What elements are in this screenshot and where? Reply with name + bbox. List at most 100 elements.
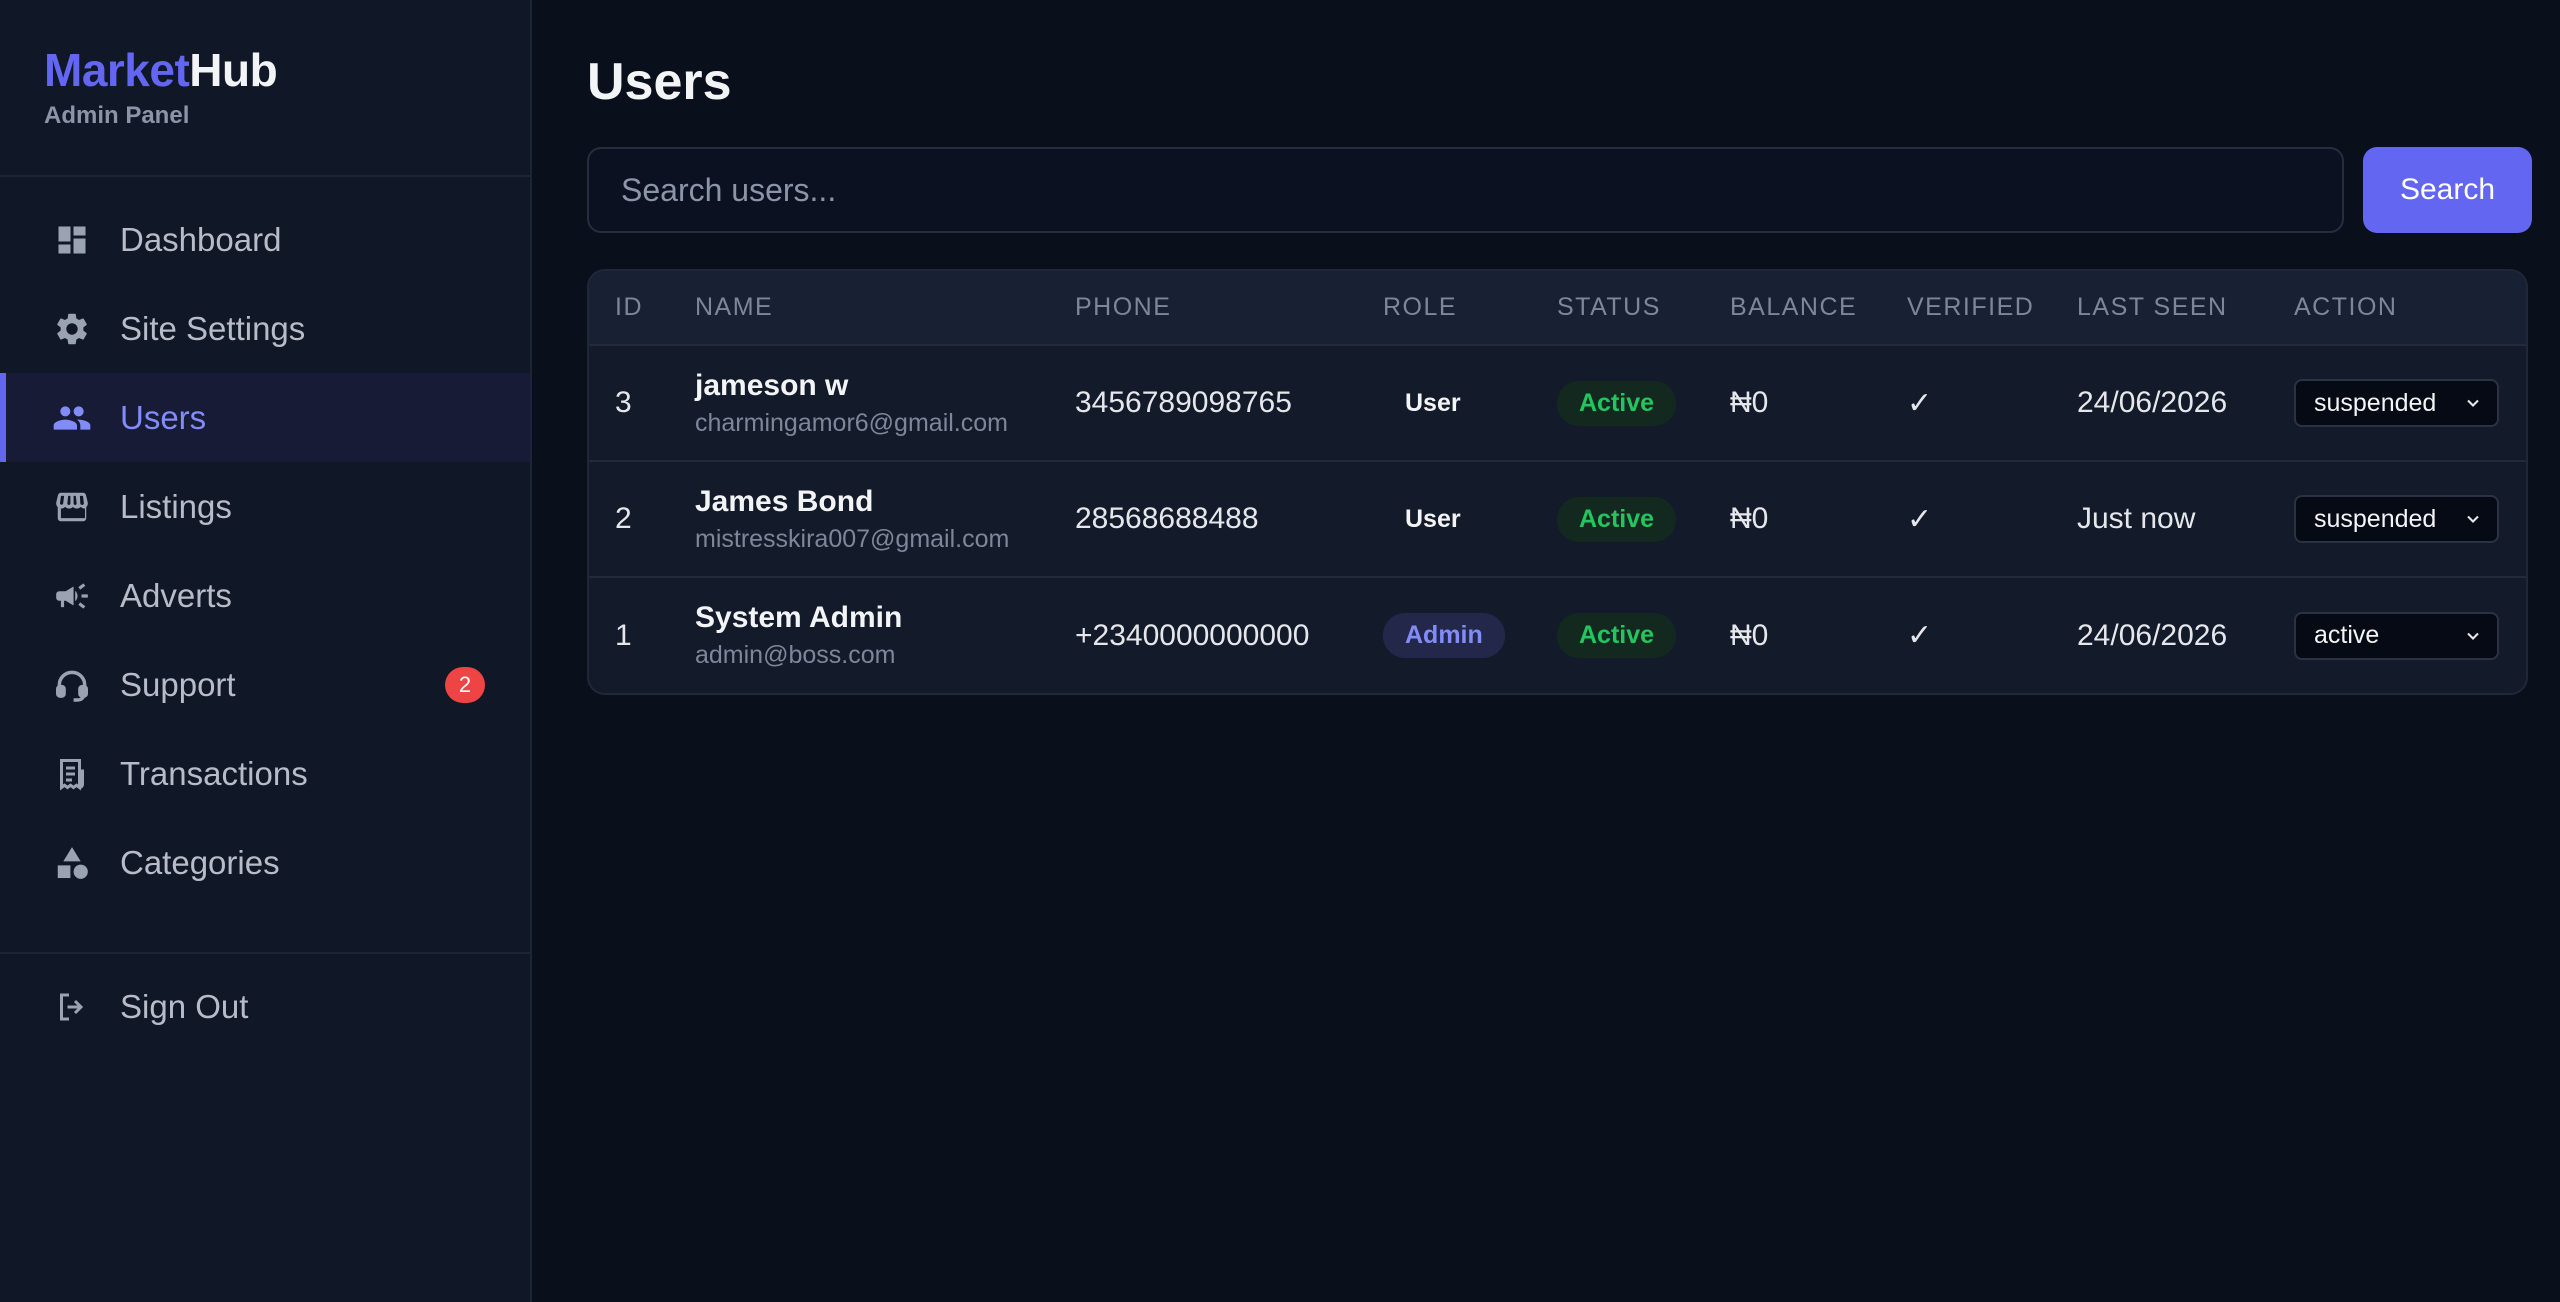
status-select-value: suspended: [2314, 388, 2437, 417]
brand-name-part2: Hub: [189, 44, 278, 96]
brand: MarketHub Admin Panel: [0, 0, 530, 177]
shapes-icon: [52, 843, 92, 883]
user-name: jameson w: [695, 368, 849, 402]
cell-action: active: [2294, 577, 2526, 693]
sidebar-item-label: Dashboard: [120, 220, 282, 258]
receipt-icon: [52, 754, 92, 794]
cell-balance: ₦0: [1730, 461, 1907, 578]
cell-last-seen: 24/06/2026: [2077, 618, 2228, 652]
cell-balance: ₦0: [1730, 345, 1907, 462]
search-bar: Search: [587, 147, 2532, 233]
cell-user: James Bond mistresskira007@gmail.com: [695, 461, 1075, 578]
user-name: System Admin: [695, 601, 903, 634]
status-select[interactable]: suspended: [2294, 495, 2499, 543]
cell-status: Active: [1557, 461, 1730, 578]
sign-out-icon: [52, 987, 92, 1027]
cell-phone: 28568688488: [1075, 461, 1383, 578]
status-badge: Active: [1557, 380, 1677, 426]
sign-out-label: Sign Out: [120, 987, 249, 1025]
brand-logo[interactable]: MarketHub: [44, 44, 486, 96]
app-root: MarketHub Admin Panel Dashboard Site Set…: [0, 0, 2560, 1302]
sidebar-item-site-settings[interactable]: Site Settings: [0, 284, 530, 373]
status-badge: Active: [1557, 496, 1677, 542]
main-content: Users Search ID NAME PHONE ROLE STATUS B…: [532, 0, 2560, 1302]
column-header-verified: VERIFIED: [1907, 271, 2077, 346]
brand-name-part1: Market: [44, 44, 190, 96]
status-badge: Active: [1557, 613, 1677, 658]
cell-verified: ✓: [1907, 345, 2077, 462]
cell-verified: ✓: [1907, 461, 2077, 578]
search-button[interactable]: Search: [2363, 147, 2532, 233]
column-header-action: ACTION: [2294, 271, 2526, 346]
cell-role: User: [1383, 461, 1557, 578]
cell-last-seen: Just now: [2077, 461, 2294, 578]
role-badge: Admin: [1383, 613, 1505, 658]
user-name: James Bond: [695, 484, 874, 518]
cell-id: 1: [615, 618, 632, 652]
sidebar-item-users[interactable]: Users: [0, 373, 530, 462]
table-header-row: ID NAME PHONE ROLE STATUS BALANCE VERIFI…: [589, 271, 2526, 346]
sidebar-item-listings[interactable]: Listings: [0, 462, 530, 551]
store-icon: [52, 487, 92, 527]
cell-user: System Admin admin@boss.com: [695, 577, 1075, 693]
cell-verified: ✓: [1907, 619, 1933, 652]
sidebar-item-label: Support: [120, 665, 236, 703]
sidebar-item-categories[interactable]: Categories: [0, 818, 530, 907]
column-header-balance: BALANCE: [1730, 271, 1907, 346]
status-select-value: active: [2314, 621, 2380, 649]
cell-id: 2: [589, 461, 695, 578]
user-email: mistresskira007@gmail.com: [695, 524, 1010, 553]
role-badge: User: [1405, 388, 1461, 417]
users-table: ID NAME PHONE ROLE STATUS BALANCE VERIFI…: [587, 269, 2528, 695]
sidebar-item-adverts[interactable]: Adverts: [0, 551, 530, 640]
table-row: 2 James Bond mistresskira007@gmail.com 2…: [589, 461, 2526, 578]
cell-phone: +2340000000000: [1075, 618, 1310, 652]
table-row: 3 jameson w charmingamor6@gmail.com 3456…: [589, 345, 2526, 462]
cell-balance: ₦0: [1730, 618, 1769, 652]
column-header-status: STATUS: [1557, 271, 1730, 346]
brand-subtitle: Admin Panel: [44, 102, 190, 129]
cell-user: jameson w charmingamor6@gmail.com: [695, 345, 1075, 462]
role-badge: User: [1405, 504, 1461, 533]
cell-last-seen: 24/06/2026: [2077, 345, 2294, 462]
cell-status: Active: [1557, 345, 1730, 462]
chevron-down-icon: [2467, 399, 2479, 407]
page-title: Users: [587, 53, 732, 111]
chevron-down-icon: [2467, 632, 2479, 640]
sidebar-divider: [0, 952, 530, 954]
chevron-down-icon: [2467, 515, 2479, 523]
cell-id: 3: [589, 345, 695, 462]
column-header-name: NAME: [695, 271, 1075, 346]
search-input[interactable]: [587, 147, 2344, 233]
sidebar-item-label: Transactions: [120, 754, 308, 792]
sidebar-item-dashboard[interactable]: Dashboard: [0, 195, 530, 284]
sidebar-nav: Dashboard Site Settings Users Listings A…: [0, 177, 530, 907]
sidebar: MarketHub Admin Panel Dashboard Site Set…: [0, 0, 532, 1302]
column-header-phone: PHONE: [1075, 271, 1383, 346]
status-select[interactable]: suspended: [2294, 379, 2499, 427]
cell-role: Admin: [1383, 577, 1557, 693]
gear-icon: [52, 309, 92, 349]
column-header-last-seen: LAST SEEN: [2077, 271, 2294, 346]
column-header-id: ID: [589, 271, 695, 346]
sidebar-item-label: Site Settings: [120, 309, 306, 347]
status-select[interactable]: active: [2294, 611, 2499, 660]
status-select-value: suspended: [2314, 504, 2437, 533]
cell-action: suspended: [2294, 461, 2526, 578]
sign-out-button[interactable]: Sign Out: [0, 962, 530, 1051]
cell-phone: 3456789098765: [1075, 345, 1383, 462]
sidebar-item-transactions[interactable]: Transactions: [0, 729, 530, 818]
sidebar-item-label: Adverts: [120, 576, 232, 614]
sidebar-item-support[interactable]: Support 2: [0, 640, 530, 729]
column-header-role: ROLE: [1383, 271, 1557, 346]
user-email: admin@boss.com: [695, 641, 896, 669]
users-icon: [52, 398, 92, 438]
dashboard-icon: [52, 220, 92, 260]
support-count-badge: 2: [445, 666, 485, 703]
headset-icon: [52, 665, 92, 705]
table-row: 1 System Admin admin@boss.com +234000000…: [589, 577, 2526, 693]
megaphone-icon: [52, 576, 92, 616]
sidebar-item-label: Users: [120, 398, 207, 436]
sidebar-item-label: Listings: [120, 487, 232, 525]
sidebar-item-label: Categories: [120, 843, 280, 881]
